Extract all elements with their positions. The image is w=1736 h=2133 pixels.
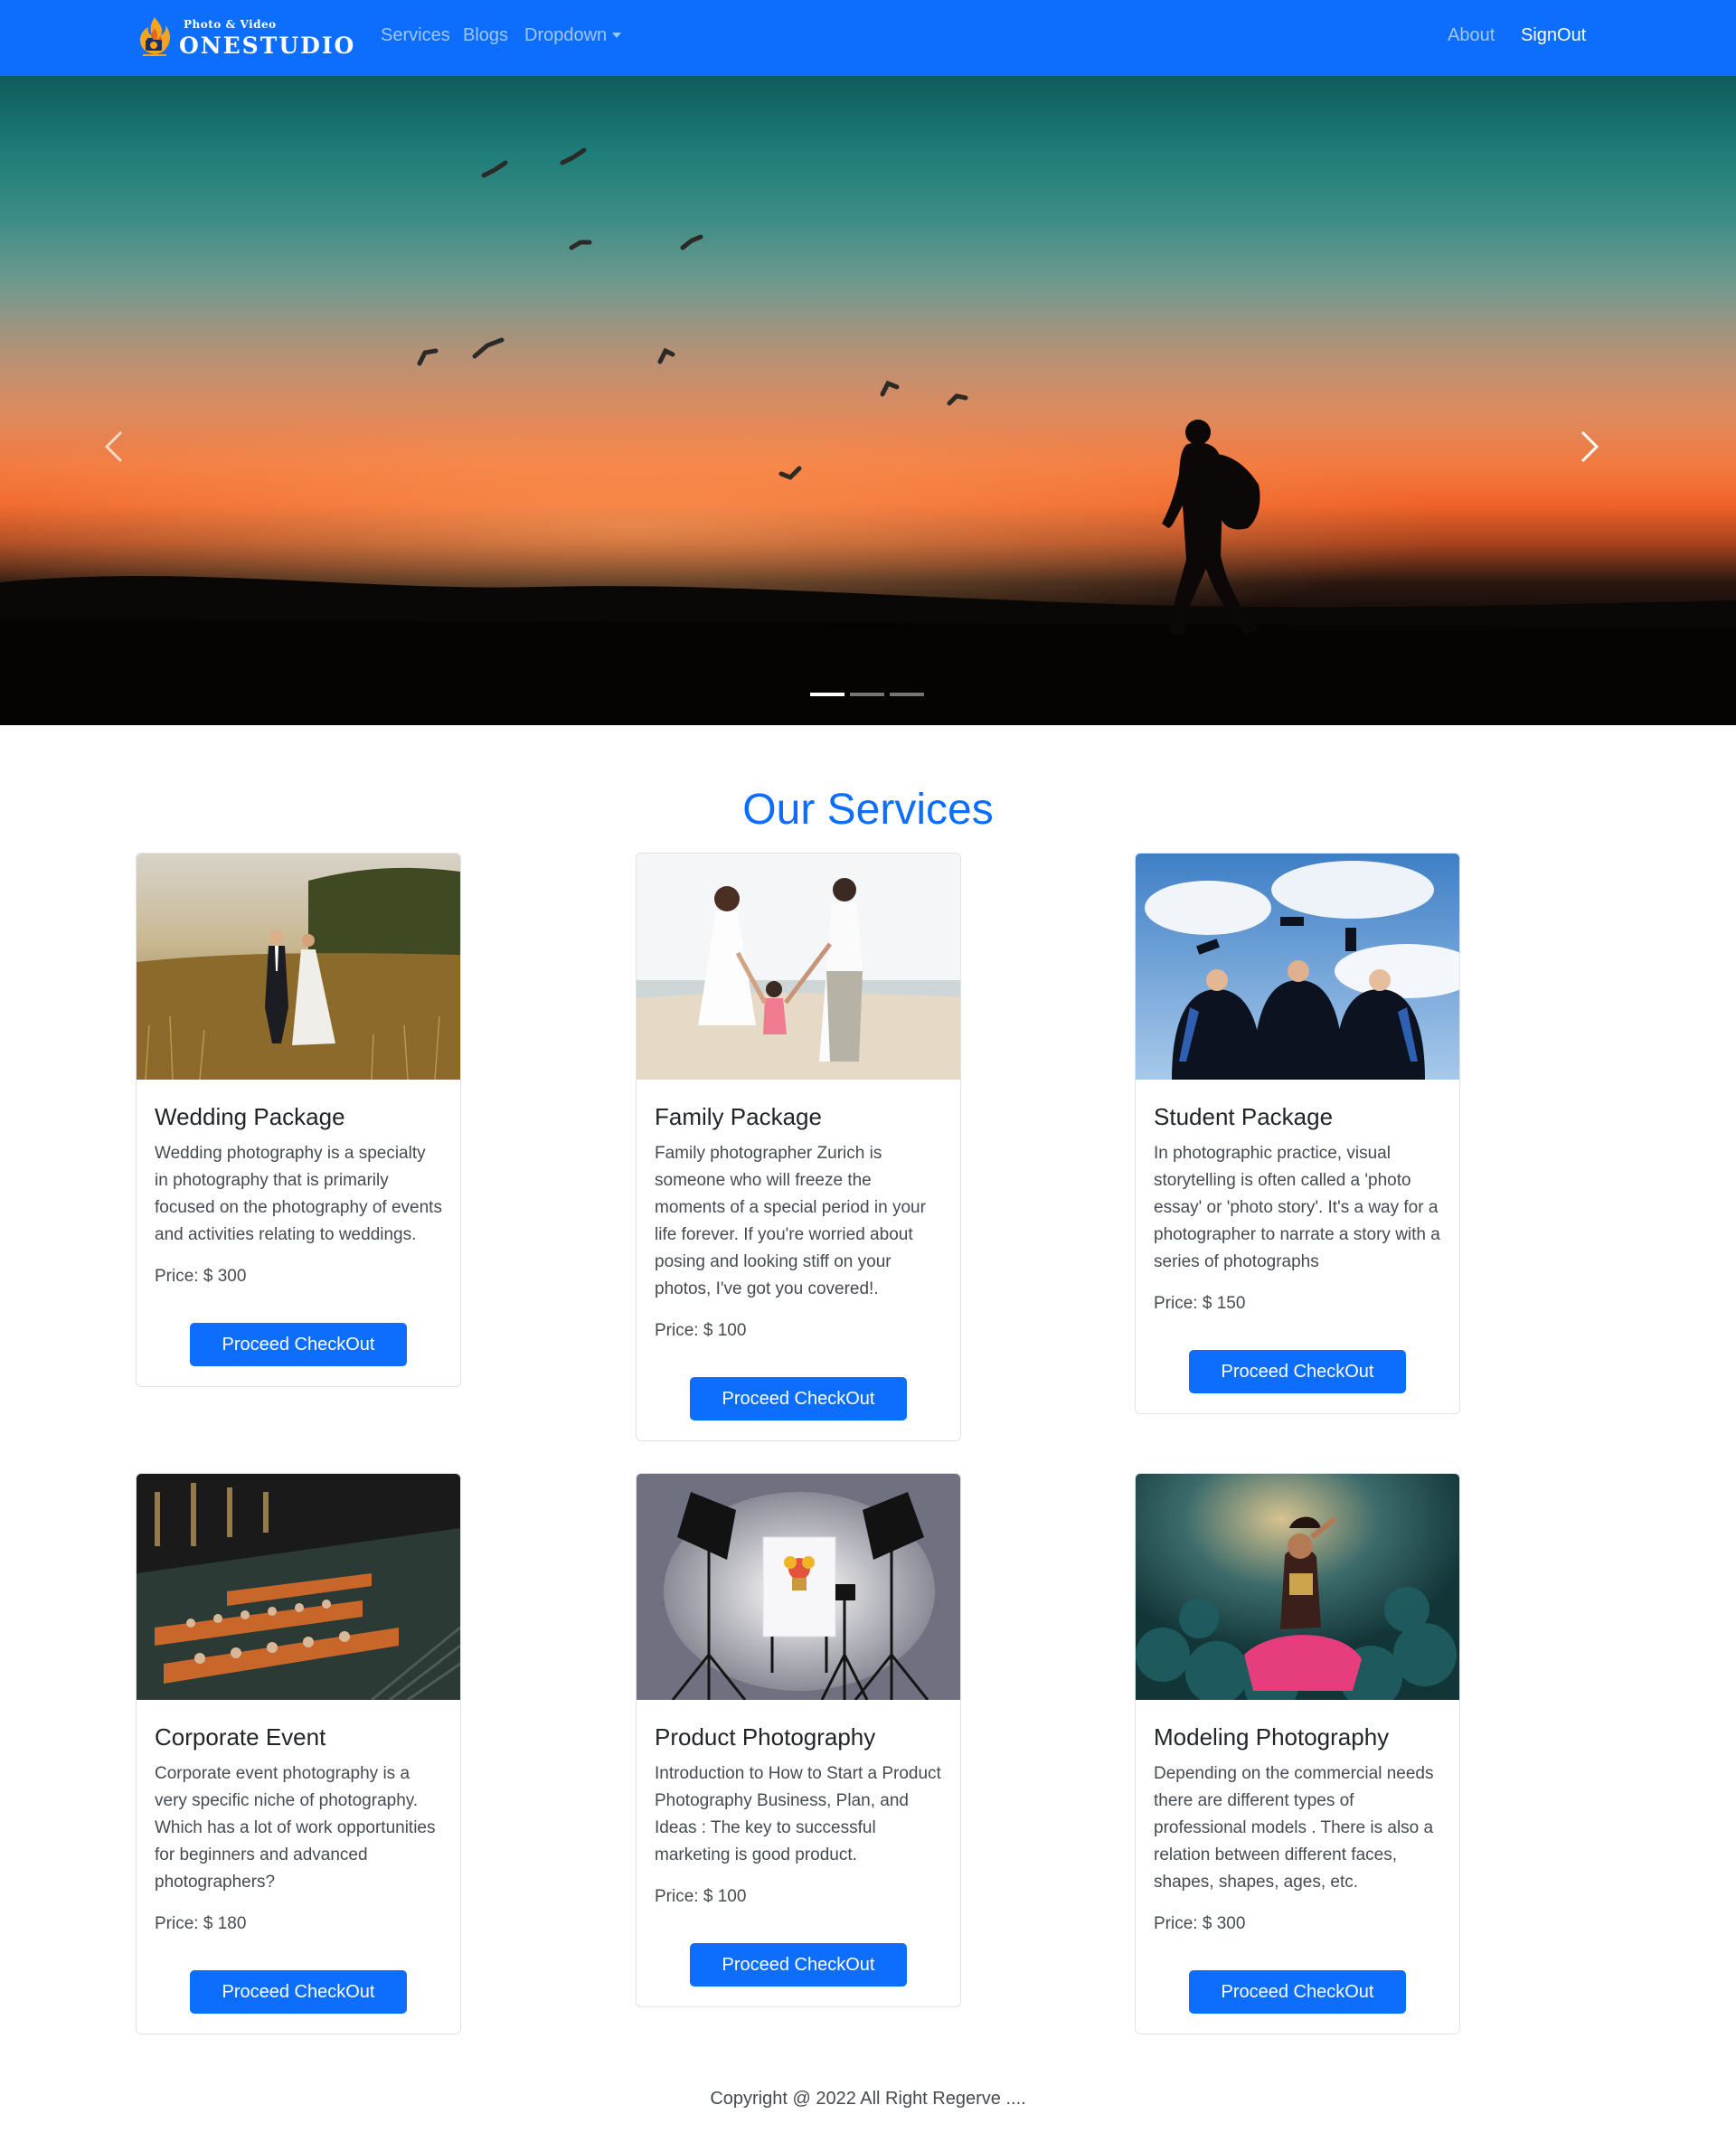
card-description: Corporate event photography is a very sp… [155,1764,436,1892]
card-price: Price: $ 300 [1154,1914,1246,1933]
card-price: Price: $ 100 [655,1887,747,1906]
hero-carousel [0,76,1736,725]
sunset-walker-hero-image [0,147,1736,725]
product-studio-image [637,1474,960,1700]
nav-link-blogs[interactable]: Blogs [463,25,508,46]
caret-down-icon [612,33,622,38]
card-price: Price: $ 300 [155,1267,247,1286]
card-title: Wedding Package [155,1103,345,1130]
service-card-product: Product Photography Introduction to How … [636,1473,961,2007]
chevron-right-icon [1580,430,1599,463]
proceed-checkout-button[interactable]: Proceed CheckOut [690,1377,907,1420]
brand-logo-link[interactable]: Photo & Video ONESTUDIO [136,14,357,61]
carousel-indicator-2[interactable] [850,693,884,696]
card-title: Family Package [655,1103,822,1130]
card-title: Student Package [1154,1103,1334,1130]
card-description: In photographic practice, visual storyte… [1154,1144,1440,1271]
footer-copyright: Copyright @ 2022 All Right Regerve .... [710,2089,1026,2109]
card-title: Product Photography [655,1723,876,1751]
nav-dropdown-toggle[interactable]: Dropdown [524,25,622,46]
card-description: Depending on the commercial needs there … [1154,1764,1434,1892]
carousel-indicator-1[interactable] [810,693,844,696]
camera-flame-logo-icon [139,17,171,56]
carousel-indicator-3[interactable] [890,693,924,696]
carousel-indicators [810,693,924,696]
nav-dropdown-label: Dropdown [524,25,608,45]
card-description: Wedding photography is a specialty in ph… [155,1144,442,1244]
proceed-checkout-button[interactable]: Proceed CheckOut [190,1323,407,1366]
nav-link-services[interactable]: Services [381,25,450,46]
service-card-wedding: Wedding Package Wedding photography is a… [136,853,461,1387]
proceed-checkout-button[interactable]: Proceed CheckOut [1189,1350,1406,1393]
service-card-student: Student Package In photographic practice… [1135,853,1460,1414]
proceed-checkout-button[interactable]: Proceed CheckOut [190,1970,407,2014]
proceed-checkout-button[interactable]: Proceed CheckOut [690,1943,907,1987]
model-portrait-image [1136,1474,1459,1700]
card-description: Introduction to How to Start a Product P… [655,1764,941,1864]
graduation-students-image [1136,854,1459,1080]
carousel-next-button[interactable] [1579,429,1633,483]
services-heading: Our Services [742,786,994,834]
card-price: Price: $ 150 [1154,1294,1246,1313]
nav-link-signout[interactable]: SignOut [1521,25,1586,46]
card-price: Price: $ 180 [155,1914,247,1933]
brand-name: ONESTUDIO [179,33,356,59]
proceed-checkout-button[interactable]: Proceed CheckOut [1189,1970,1406,2014]
wedding-couple-image [137,854,460,1080]
nav-link-about[interactable]: About [1448,25,1495,46]
card-price: Price: $ 100 [655,1321,747,1340]
corporate-auditorium-image [137,1474,460,1700]
brand-tagline: Photo & Video [184,18,277,31]
chevron-left-icon [104,430,123,463]
service-card-modeling: Modeling Photography Depending on the co… [1135,1473,1460,2034]
carousel-prev-button[interactable] [103,429,157,483]
card-title: Modeling Photography [1154,1723,1390,1751]
top-navbar: Photo & Video ONESTUDIO Services Blogs D… [0,0,1736,76]
family-beach-image [637,854,960,1080]
service-card-family: Family Package Family photographer Zuric… [636,853,961,1441]
service-card-corporate: Corporate Event Corporate event photogra… [136,1473,461,2034]
card-title: Corporate Event [155,1723,326,1751]
card-description: Family photographer Zurich is someone wh… [655,1144,926,1298]
